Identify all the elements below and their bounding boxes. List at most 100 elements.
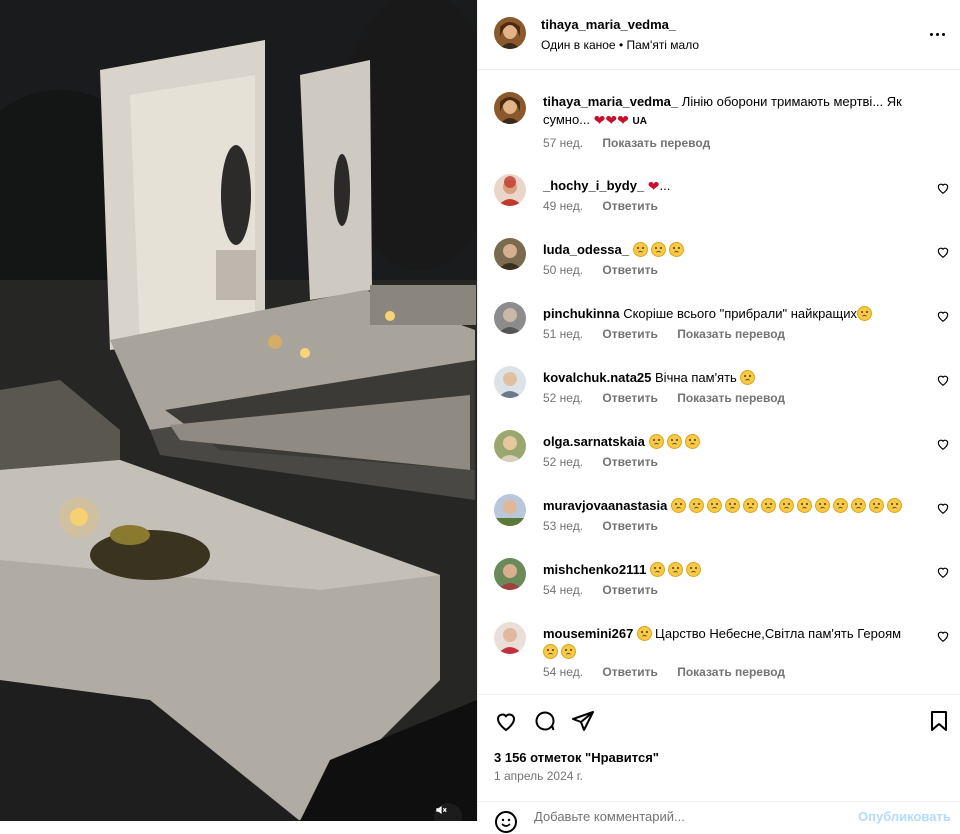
comment-time[interactable]: 49 нед.	[543, 199, 583, 213]
sad-face-icon	[740, 370, 756, 385]
comment-time[interactable]: 54 нед.	[543, 665, 583, 679]
like-comment-heart-icon[interactable]	[936, 245, 950, 259]
comment-avatar[interactable]	[494, 558, 526, 590]
comment-avatar[interactable]	[494, 302, 526, 334]
comment-text: olga.sarnatskaia	[543, 433, 938, 451]
sad-face-icon	[814, 498, 830, 513]
post-date[interactable]: 1 апрель 2024 г.	[494, 769, 583, 783]
audio-track[interactable]: Один в каное • Пам'яті мало	[541, 38, 699, 52]
comment-text: mousemini267 Царство Небесне,Світла пам'…	[543, 625, 938, 661]
author-avatar-image	[494, 17, 526, 49]
comment-username[interactable]: luda_odessa_	[543, 242, 629, 257]
sad-face-icon	[760, 498, 776, 513]
reply-button[interactable]: Ответить	[602, 583, 657, 597]
caption-avatar[interactable]	[494, 92, 526, 124]
more-options-button[interactable]	[925, 24, 949, 44]
comment-time[interactable]: 54 нед.	[543, 583, 583, 597]
like-comment-heart-icon[interactable]	[936, 373, 950, 387]
comment-item: _hochy_i_bydy_ ❤... 49 нед. Ответить	[478, 172, 960, 236]
comment-username[interactable]: kovalchuk.nata25	[543, 370, 651, 385]
comment-avatar-image	[494, 430, 526, 462]
heart-icon[interactable]	[494, 709, 518, 733]
comment-avatar[interactable]	[494, 430, 526, 462]
flag-ua: UA	[632, 116, 647, 127]
sad-face-icon	[857, 306, 872, 321]
comments-list: tihaya_maria_vedma_ Лінію оборони тримаю…	[478, 70, 960, 694]
sad-face-icon	[688, 498, 704, 513]
broken-heart-icon: ❤❤❤	[593, 112, 629, 128]
post-header: tihaya_maria_vedma_ Один в каное • Пам'я…	[478, 0, 960, 70]
caption-translate-button[interactable]: Показать перевод	[602, 136, 710, 150]
reply-button[interactable]: Ответить	[602, 263, 657, 277]
author-avatar[interactable]	[494, 17, 526, 49]
like-comment-heart-icon[interactable]	[936, 629, 950, 643]
comment-username[interactable]: olga.sarnatskaia	[543, 434, 645, 449]
comment-username[interactable]: muravjovaanastasia	[543, 498, 667, 513]
comment-username[interactable]: pinchukinna	[543, 306, 620, 321]
comment-meta: 50 нед. Ответить	[543, 263, 674, 277]
comment-username[interactable]: _hochy_i_bydy_	[543, 178, 644, 193]
bookmark-icon[interactable]	[927, 709, 951, 733]
sad-face-icon	[670, 498, 686, 513]
cemetery-scene	[0, 0, 477, 821]
comment-avatar-image	[494, 174, 526, 206]
comment-avatar[interactable]	[494, 494, 526, 526]
comment-time[interactable]: 50 нед.	[543, 263, 583, 277]
like-comment-heart-icon[interactable]	[936, 565, 950, 579]
comment-text: muravjovaanastasia	[543, 497, 938, 515]
like-comment-heart-icon[interactable]	[936, 501, 950, 515]
sad-face-icon	[796, 498, 812, 513]
comment-time[interactable]: 51 нед.	[543, 327, 583, 341]
sad-face-icon	[706, 498, 722, 513]
reply-button[interactable]: Ответить	[602, 665, 657, 679]
publish-button[interactable]: Опубликовать	[858, 809, 951, 824]
comment-avatar[interactable]	[494, 622, 526, 654]
comment-avatar[interactable]	[494, 366, 526, 398]
sad-face-icon	[650, 242, 666, 257]
comment-meta: 49 нед. Ответить	[543, 199, 674, 213]
volume-muted-icon	[436, 805, 447, 815]
comment-avatar-image	[494, 494, 526, 526]
instagram-post-modal: tihaya_maria_vedma_ Один в каное • Пам'я…	[0, 0, 960, 833]
sad-face-icon	[850, 498, 866, 513]
comment-icon[interactable]	[533, 709, 557, 733]
comment-avatar-image	[494, 622, 526, 654]
share-icon[interactable]	[571, 709, 595, 733]
emoji-icon[interactable]	[494, 810, 518, 834]
comment-input[interactable]: Добавьте комментарий...	[534, 809, 685, 824]
reply-button[interactable]: Ответить	[602, 455, 657, 469]
translate-button[interactable]: Показать перевод	[677, 327, 785, 341]
comment-item: mousemini267 Царство Небесне,Світла пам'…	[478, 620, 960, 694]
sad-face-icon	[685, 562, 701, 577]
sad-face-icon	[632, 242, 648, 257]
post-video[interactable]	[0, 0, 477, 821]
likes-count[interactable]: 3 156 отметок "Нравится"	[494, 750, 659, 765]
comment-meta: 52 нед. Ответить	[543, 455, 674, 469]
comment-username[interactable]: mishchenko2111	[543, 562, 646, 577]
like-comment-heart-icon[interactable]	[936, 309, 950, 323]
comment-username[interactable]: mousemini267	[543, 626, 633, 641]
like-comment-heart-icon[interactable]	[936, 181, 950, 195]
translate-button[interactable]: Показать перевод	[677, 665, 785, 679]
sad-face-icon	[648, 434, 664, 449]
sad-face-icon	[666, 434, 682, 449]
caption-username[interactable]: tihaya_maria_vedma_	[543, 94, 678, 109]
comment-avatar[interactable]	[494, 238, 526, 270]
comment-time[interactable]: 52 нед.	[543, 455, 583, 469]
like-comment-heart-icon[interactable]	[936, 437, 950, 451]
author-username[interactable]: tihaya_maria_vedma_	[541, 17, 676, 32]
translate-button[interactable]: Показать перевод	[677, 391, 785, 405]
comment-avatar-image	[494, 302, 526, 334]
reply-button[interactable]: Ответить	[602, 391, 657, 405]
comment-time[interactable]: 53 нед.	[543, 519, 583, 533]
reply-button[interactable]: Ответить	[602, 327, 657, 341]
sad-face-icon	[832, 498, 848, 513]
sad-face-icon	[684, 434, 700, 449]
comment-avatar[interactable]	[494, 174, 526, 206]
comment-time[interactable]: 52 нед.	[543, 391, 583, 405]
reply-button[interactable]: Ответить	[602, 519, 657, 533]
comment-meta: 54 нед. Ответить	[543, 583, 674, 597]
caption-time[interactable]: 57 нед.	[543, 136, 583, 150]
comment-item: mishchenko2111 54 нед. Ответить	[478, 556, 960, 620]
reply-button[interactable]: Ответить	[602, 199, 657, 213]
